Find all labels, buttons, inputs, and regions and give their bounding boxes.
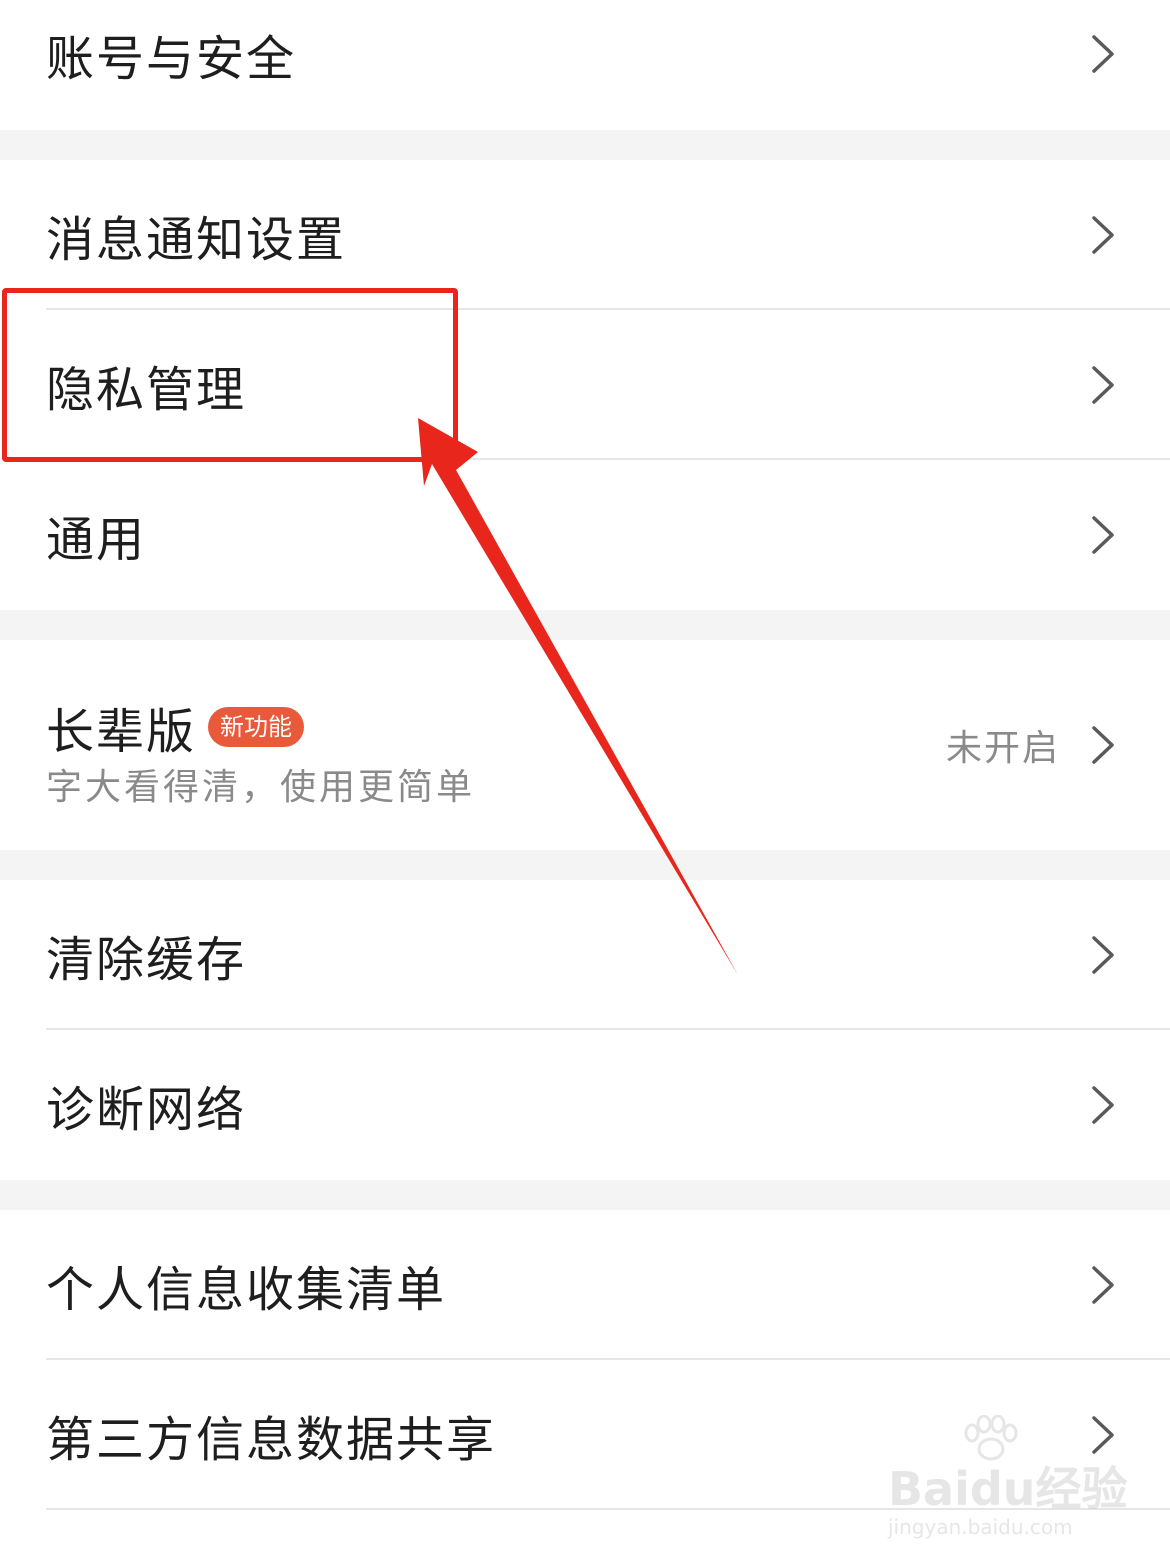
section-gap: [0, 1180, 1170, 1210]
settings-item-third-party-sharing[interactable]: 第三方信息数据共享: [0, 1360, 1170, 1510]
settings-item-diagnose-network[interactable]: 诊断网络: [0, 1030, 1170, 1180]
settings-item-label: 隐私管理: [46, 362, 247, 418]
new-feature-badge: 新功能: [208, 707, 305, 747]
settings-item-label: 账号与安全: [46, 31, 297, 87]
settings-item-account-security[interactable]: 账号与安全: [0, 0, 1170, 130]
chevron-right-icon: [1092, 726, 1114, 764]
watermark-url: jingyan.baidu.com: [888, 1515, 1073, 1539]
settings-item-label: 消息通知设置: [46, 212, 347, 268]
chevron-right-icon: [1092, 216, 1114, 254]
settings-item-label: 清除缓存: [46, 932, 247, 988]
settings-list: 账号与安全 消息通知设置 隐私管理 通用 长辈版 新功能 字大看得清，使用更简单…: [0, 0, 1170, 1510]
chevron-right-icon: [1092, 936, 1114, 974]
settings-item-privacy-management[interactable]: 隐私管理: [0, 310, 1170, 460]
settings-item-general[interactable]: 通用: [0, 460, 1170, 610]
settings-item-label: 第三方信息数据共享: [46, 1412, 497, 1468]
settings-item-clear-cache[interactable]: 清除缓存: [0, 880, 1170, 1030]
settings-item-label: 个人信息收集清单: [46, 1262, 447, 1318]
elder-mode-status: 未开启: [945, 728, 1060, 769]
settings-item-label: 诊断网络: [46, 1082, 247, 1138]
elder-mode-subtitle: 字大看得清，使用更简单: [46, 767, 476, 808]
row-divider: [46, 1508, 1170, 1510]
settings-item-label: 通用: [46, 512, 147, 568]
section-gap: [0, 610, 1170, 640]
settings-item-elder-mode[interactable]: 长辈版 新功能 字大看得清，使用更简单 未开启: [0, 640, 1170, 850]
chevron-right-icon: [1092, 35, 1114, 73]
chevron-right-icon: [1092, 1086, 1114, 1124]
chevron-right-icon: [1092, 516, 1114, 554]
chevron-right-icon: [1092, 366, 1114, 404]
section-gap: [0, 130, 1170, 160]
settings-item-personal-info-list[interactable]: 个人信息收集清单: [0, 1210, 1170, 1360]
section-gap: [0, 850, 1170, 880]
chevron-right-icon: [1092, 1416, 1114, 1454]
elder-mode-title: 长辈版 新功能: [46, 692, 305, 762]
settings-item-notification-settings[interactable]: 消息通知设置: [0, 160, 1170, 310]
chevron-right-icon: [1092, 1266, 1114, 1304]
elder-mode-title-text: 长辈版: [46, 704, 197, 760]
